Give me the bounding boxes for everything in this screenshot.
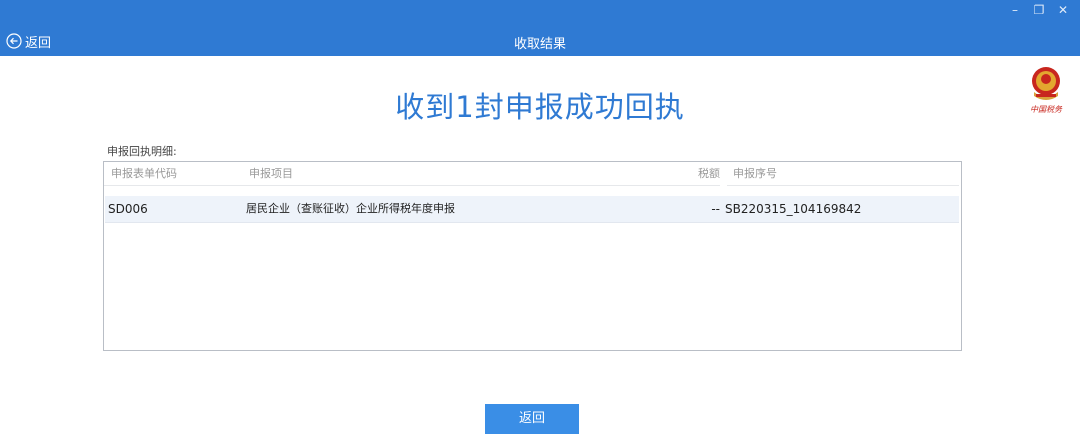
column-header-serial-no[interactable]: 申报序号 bbox=[727, 162, 959, 186]
column-header-tax-amount[interactable]: 税额 bbox=[520, 162, 720, 186]
receipt-detail-table: 申报表单代码 申报项目 税额 申报序号 SD006 居民企业（查账征收）企业所得… bbox=[103, 161, 962, 351]
page-headline: 收到1封申报成功回执 bbox=[395, 90, 685, 124]
return-button[interactable]: 返回 bbox=[485, 404, 579, 434]
table-row[interactable]: SD006 居民企业（查账征收）企业所得税年度申报 -- SB220315_10… bbox=[105, 196, 959, 223]
cell-item: 居民企业（查账征收）企业所得税年度申报 bbox=[246, 202, 455, 215]
title-bar: – ❐ ✕ 返回 收取结果 bbox=[0, 0, 1080, 56]
minimize-button[interactable]: – bbox=[1008, 3, 1022, 17]
column-header-form-code[interactable]: 申报表单代码 bbox=[104, 162, 254, 186]
window-title: 收取结果 bbox=[513, 37, 566, 52]
cell-form-code: SD006 bbox=[108, 202, 148, 216]
window-controls: – ❐ ✕ bbox=[1008, 3, 1070, 17]
cell-serial-no: SB220315_104169842 bbox=[725, 202, 862, 216]
cell-tax-amount: -- bbox=[711, 202, 720, 216]
column-header-item[interactable]: 申报项目 bbox=[242, 162, 520, 186]
close-button[interactable]: ✕ bbox=[1056, 3, 1070, 17]
restore-button[interactable]: ❐ bbox=[1032, 3, 1046, 17]
detail-section-label: 申报回执明细: bbox=[107, 145, 177, 158]
table-header: 申报表单代码 申报项目 税额 申报序号 bbox=[104, 162, 961, 188]
